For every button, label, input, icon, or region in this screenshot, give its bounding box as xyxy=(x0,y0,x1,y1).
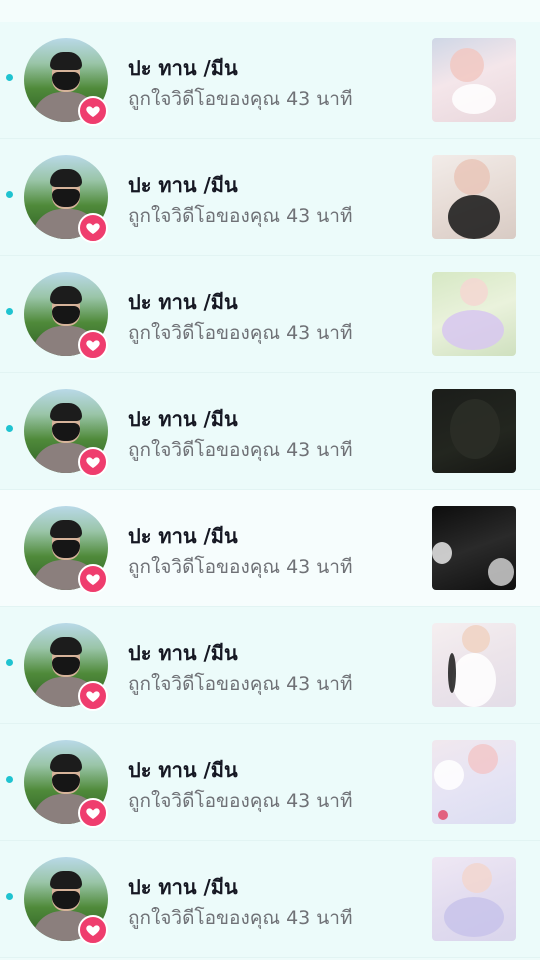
thumbnail-shape xyxy=(448,653,456,693)
thumbnail-shape xyxy=(462,625,490,653)
user-name[interactable]: ปะ ทาน /มีน xyxy=(128,169,238,201)
notification-row[interactable]: ปะ ทาน /มีน ถูกใจวิดีโอของคุณ 43 นาที xyxy=(0,724,540,841)
user-name[interactable]: ปะ ทาน /มีน xyxy=(128,286,238,318)
user-name[interactable]: ปะ ทาน /มีน xyxy=(128,52,238,84)
thumbnail-shape xyxy=(434,760,464,790)
video-thumbnail[interactable] xyxy=(432,155,516,239)
heart-icon xyxy=(78,915,108,945)
heart-icon xyxy=(78,447,108,477)
video-thumbnail[interactable] xyxy=(432,38,516,122)
heart-icon xyxy=(78,564,108,594)
user-name[interactable]: ปะ ทาน /มีน xyxy=(128,754,238,786)
notification-row[interactable]: ปะ ทาน /มีน ถูกใจวิดีโอของคุณ 43 นาที xyxy=(0,373,540,490)
thumbnail-shape xyxy=(438,810,448,820)
thumbnail-shape xyxy=(448,195,500,239)
video-thumbnail[interactable] xyxy=(432,740,516,824)
unread-dot xyxy=(6,74,13,81)
unread-dot xyxy=(6,893,13,900)
video-thumbnail[interactable] xyxy=(432,272,516,356)
notification-row[interactable]: ปะ ทาน /มีน ถูกใจวิดีโอของคุณ 43 นาที xyxy=(0,490,540,607)
activity-text: ถูกใจวิดีโอของคุณ 43 นาที xyxy=(128,322,353,344)
top-strip xyxy=(0,0,540,22)
notification-row[interactable]: ปะ ทาน /มีน ถูกใจวิดีโอของคุณ 43 นาที xyxy=(0,22,540,139)
unread-dot xyxy=(6,425,13,432)
unread-dot xyxy=(6,191,13,198)
notification-row[interactable]: ปะ ทาน /มีน ถูกใจวิดีโอของคุณ 43 นาที xyxy=(0,256,540,373)
thumbnail-shape xyxy=(462,863,492,893)
thumbnail-shape xyxy=(454,159,490,195)
unread-dot xyxy=(6,776,13,783)
activity-text: ถูกใจวิดีโอของคุณ 43 นาที xyxy=(128,205,353,227)
heart-icon xyxy=(78,96,108,126)
video-thumbnail[interactable] xyxy=(432,857,516,941)
thumbnail-shape xyxy=(442,310,504,350)
heart-icon xyxy=(78,681,108,711)
user-name[interactable]: ปะ ทาน /มีน xyxy=(128,637,238,669)
video-thumbnail[interactable] xyxy=(432,389,516,473)
thumbnail-shape xyxy=(432,542,452,564)
activity-text: ถูกใจวิดีโอของคุณ 43 นาที xyxy=(128,88,353,110)
user-name[interactable]: ปะ ทาน /มีน xyxy=(128,871,238,903)
thumbnail-shape xyxy=(460,278,488,306)
activity-text: ถูกใจวิดีโอของคุณ 43 นาที xyxy=(128,673,353,695)
video-thumbnail[interactable] xyxy=(432,506,516,590)
thumbnail-shape xyxy=(450,399,500,459)
unread-dot xyxy=(6,659,13,666)
activity-text: ถูกใจวิดีโอของคุณ 43 นาที xyxy=(128,790,353,812)
user-name[interactable]: ปะ ทาน /มีน xyxy=(128,520,238,552)
user-name[interactable]: ปะ ทาน /มีน xyxy=(128,403,238,435)
thumbnail-shape xyxy=(450,48,484,82)
heart-icon xyxy=(78,798,108,828)
thumbnail-shape xyxy=(488,558,514,586)
activity-text: ถูกใจวิดีโอของคุณ 43 นาที xyxy=(128,907,353,929)
unread-dot xyxy=(6,308,13,315)
notification-row[interactable]: ปะ ทาน /มีน ถูกใจวิดีโอของคุณ 43 นาที xyxy=(0,841,540,958)
heart-icon xyxy=(78,213,108,243)
thumbnail-shape xyxy=(452,84,496,114)
thumbnail-shape xyxy=(444,897,504,937)
notification-row[interactable]: ปะ ทาน /มีน ถูกใจวิดีโอของคุณ 43 นาที xyxy=(0,139,540,256)
thumbnail-shape xyxy=(452,653,496,707)
notification-list: ปะ ทาน /มีน ถูกใจวิดีโอของคุณ 43 นาที ปะ… xyxy=(0,22,540,958)
notification-row[interactable]: ปะ ทาน /มีน ถูกใจวิดีโอของคุณ 43 นาที xyxy=(0,607,540,724)
thumbnail-shape xyxy=(468,744,498,774)
heart-icon xyxy=(78,330,108,360)
activity-text: ถูกใจวิดีโอของคุณ 43 นาที xyxy=(128,556,353,578)
video-thumbnail[interactable] xyxy=(432,623,516,707)
activity-text: ถูกใจวิดีโอของคุณ 43 นาที xyxy=(128,439,353,461)
